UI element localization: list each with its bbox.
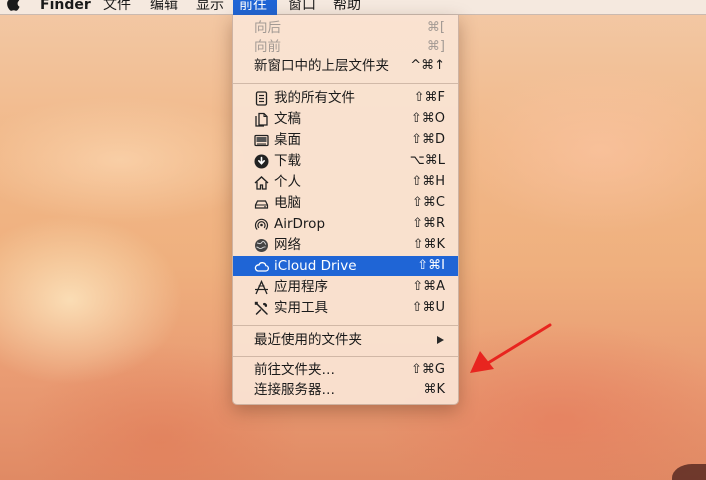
menu-item-label: 网络 <box>274 237 301 253</box>
menu-item-label: 桌面 <box>274 132 301 148</box>
menu-item-icloud-drive[interactable]: iCloud Drive ⇧⌘I <box>233 256 458 276</box>
menu-item-label: 前往文件夹… <box>254 362 335 378</box>
home-icon <box>254 176 269 190</box>
menu-file[interactable]: 文件 <box>97 0 137 15</box>
menu-bar: Finder 文件 编辑 显示 前往 窗口 帮助 <box>0 0 706 15</box>
menu-item-go-to-folder[interactable]: 前往文件夹… ⇧⌘G <box>233 360 458 380</box>
submenu-arrow-icon <box>437 336 444 344</box>
menu-item-shortcut: ⇧⌘R <box>412 216 445 231</box>
menu-item-shortcut: ⇧⌘A <box>412 279 445 294</box>
menu-view[interactable]: 显示 <box>190 0 230 15</box>
menu-item-shortcut: ⌥⌘L <box>409 153 445 168</box>
menu-finder[interactable]: Finder <box>34 0 97 15</box>
download-icon <box>254 154 269 169</box>
menu-item-downloads[interactable]: 下载 ⌥⌘L <box>233 151 458 171</box>
menu-item-shortcut: ⇧⌘K <box>412 237 445 252</box>
menu-item-computer[interactable]: 电脑 ⇧⌘C <box>233 193 458 213</box>
menu-item-shortcut: ^⌘↑ <box>410 58 445 73</box>
menu-item-label: 下载 <box>274 153 301 169</box>
menu-item-airdrop[interactable]: AirDrop ⇧⌘R <box>233 214 458 234</box>
menu-separator <box>233 325 458 326</box>
menu-item-enclosing-folder-new-window[interactable]: 新窗口中的上层文件夹 ^⌘↑ <box>233 56 458 76</box>
menu-item-label: 电脑 <box>274 195 301 211</box>
all-files-icon <box>255 91 268 106</box>
menu-item-label: 实用工具 <box>274 300 328 316</box>
menu-window[interactable]: 窗口 <box>282 0 322 15</box>
menu-item-desktop[interactable]: 桌面 ⇧⌘D <box>233 130 458 150</box>
menu-item-label: iCloud Drive <box>274 258 357 274</box>
menu-item-label: 个人 <box>274 174 301 190</box>
apple-menu-icon[interactable] <box>6 0 20 11</box>
menu-item-label: 最近使用的文件夹 <box>254 332 362 348</box>
menu-item-label: 向后 <box>254 20 281 36</box>
menu-item-all-my-files[interactable]: 我的所有文件 ⇧⌘F <box>233 88 458 108</box>
wallpaper-rock-silhouette <box>672 464 706 480</box>
menu-item-label: AirDrop <box>274 216 326 232</box>
icloud-icon <box>254 262 269 272</box>
annotation-arrow-icon <box>470 323 552 373</box>
menu-separator <box>233 356 458 357</box>
menu-separator <box>233 83 458 84</box>
applications-icon <box>255 280 268 295</box>
menu-help[interactable]: 帮助 <box>327 0 367 15</box>
menu-item-shortcut: ⇧⌘G <box>411 362 445 377</box>
menu-item-shortcut: ⇧⌘O <box>410 111 445 126</box>
go-menu-dropdown: 向后 ⌘[ 向前 ⌘] 新窗口中的上层文件夹 ^⌘↑ 我的所有文件 ⇧⌘F 文稿… <box>232 15 459 405</box>
menu-edit[interactable]: 编辑 <box>144 0 184 15</box>
desktop-icon <box>254 134 269 147</box>
computer-icon <box>254 200 269 209</box>
menu-item-shortcut: ⇧⌘I <box>417 258 445 273</box>
menu-item-documents[interactable]: 文稿 ⇧⌘O <box>233 109 458 129</box>
menu-item-shortcut: ⇧⌘H <box>411 174 445 189</box>
menu-item-shortcut: ⇧⌘F <box>413 90 445 105</box>
menu-item-forward[interactable]: 向前 ⌘] <box>233 37 458 57</box>
airdrop-icon <box>254 218 269 230</box>
menu-item-network[interactable]: 网络 ⇧⌘K <box>233 235 458 255</box>
network-icon <box>255 239 268 252</box>
menu-item-shortcut: ⇧⌘U <box>411 300 445 315</box>
menu-item-label: 文稿 <box>274 111 301 127</box>
menu-item-applications[interactable]: 应用程序 ⇧⌘A <box>233 277 458 297</box>
menu-item-shortcut: ⌘K <box>423 382 445 397</box>
menu-item-connect-to-server[interactable]: 连接服务器… ⌘K <box>233 380 458 400</box>
menu-item-utilities[interactable]: 实用工具 ⇧⌘U <box>233 298 458 318</box>
menu-item-label: 我的所有文件 <box>274 90 355 106</box>
menu-item-shortcut: ⌘] <box>426 39 445 54</box>
menu-item-shortcut: ⌘[ <box>426 20 445 35</box>
menu-item-shortcut: ⇧⌘C <box>412 195 445 210</box>
menu-item-label: 向前 <box>254 39 281 55</box>
documents-icon <box>255 112 268 127</box>
utilities-icon <box>254 301 268 315</box>
menu-item-recent-folders[interactable]: 最近使用的文件夹 <box>233 330 458 350</box>
menu-go[interactable]: 前往 <box>233 0 277 15</box>
menu-item-label: 新窗口中的上层文件夹 <box>254 58 389 74</box>
menu-item-label: 应用程序 <box>274 279 328 295</box>
menu-item-label: 连接服务器… <box>254 382 335 398</box>
menu-item-back[interactable]: 向后 ⌘[ <box>233 18 458 38</box>
menu-item-home[interactable]: 个人 ⇧⌘H <box>233 172 458 192</box>
menu-item-shortcut: ⇧⌘D <box>411 132 445 147</box>
